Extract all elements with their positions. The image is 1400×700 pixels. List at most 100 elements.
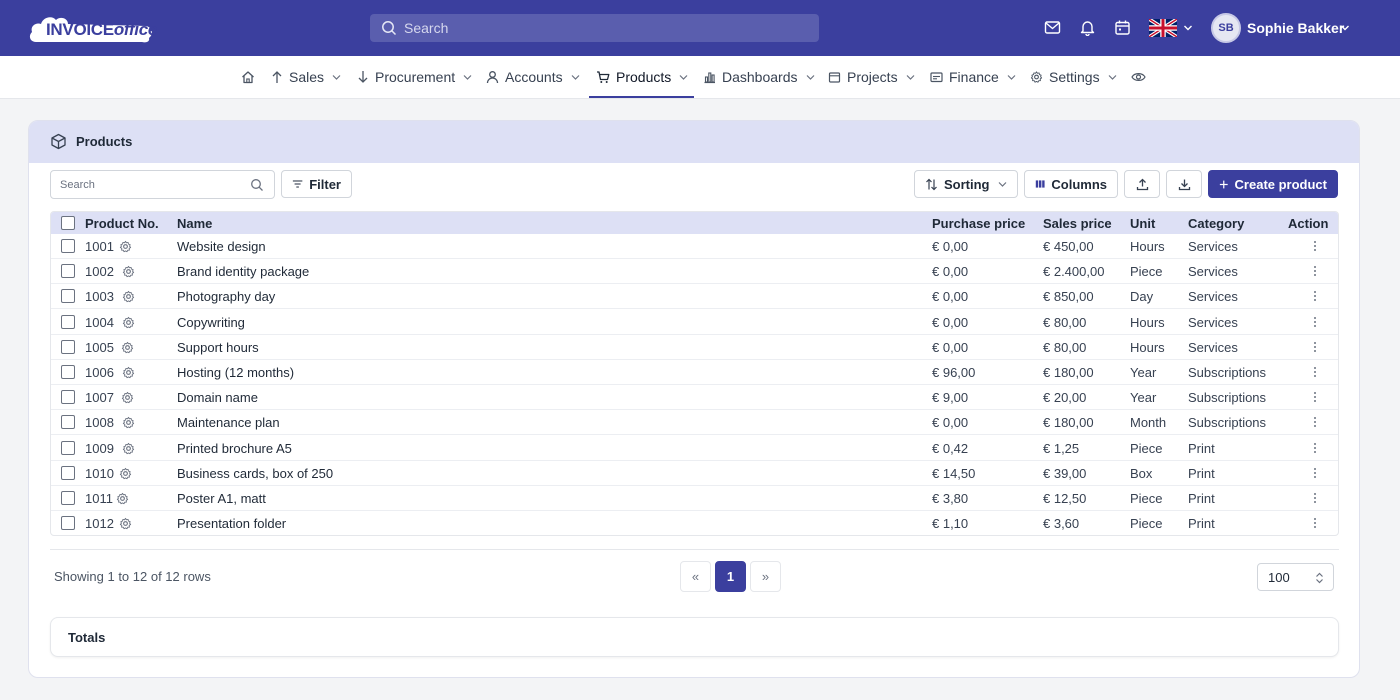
uk-flag-icon[interactable] [1149,19,1177,37]
row-checkbox[interactable] [61,314,75,329]
row-checkbox[interactable] [61,516,75,531]
cell-name[interactable]: Maintenance plan [177,415,280,430]
cell-name[interactable]: Website design [177,239,266,254]
nav-visibility[interactable] [1131,56,1152,98]
nav-item-products[interactable]: Products [596,56,688,98]
gear-icon[interactable] [122,366,135,379]
gear-icon[interactable] [119,240,132,253]
table-row[interactable]: 1006 Hosting (12 months) € 96,00 € 180,00 Ye… [51,360,1338,385]
cell-name[interactable]: Copywriting [177,315,245,330]
table-row[interactable]: 1009 Printed brochure A5 € 0,42 € 1,25 Piece… [51,436,1338,461]
select-all-checkbox[interactable] [61,216,75,230]
pagination-prev[interactable]: « [680,561,711,592]
row-checkbox[interactable] [61,239,75,253]
gear-icon[interactable] [121,341,134,354]
nav-item-settings[interactable]: Settings [1030,56,1117,98]
more-vertical-icon[interactable] [1313,290,1317,302]
search-icon[interactable] [250,178,264,192]
cell-product-no[interactable]: 1001 [85,239,114,254]
cell-name[interactable]: Hosting (12 months) [177,365,294,380]
cell-product-no[interactable]: 1012 [85,516,114,531]
user-name[interactable]: Sophie Bakker [1247,20,1344,36]
nav-item-dashboards[interactable]: Dashboards [703,56,815,98]
columns-button[interactable]: Columns [1024,170,1118,198]
row-checkbox[interactable] [61,491,75,505]
gear-icon[interactable] [122,265,135,278]
table-row[interactable]: 1012 Presentation folder € 1,10 € 3,60 Piece… [51,511,1338,535]
row-checkbox[interactable] [61,440,75,455]
table-row[interactable]: 1007 Domain name € 9,00 € 20,00 Year Subscrip… [51,385,1338,411]
table-row[interactable]: 1004 Copywriting € 0,00 € 80,00 Hours Service… [51,310,1338,335]
more-vertical-icon[interactable] [1313,316,1317,328]
cell-product-no[interactable]: 1005 [85,340,114,355]
column-header-sales-price[interactable]: Sales price [1043,216,1112,231]
row-checkbox[interactable] [61,289,75,304]
cell-name[interactable]: Brand identity package [177,264,309,279]
cell-product-no[interactable]: 1003 [85,289,114,304]
table-search-input[interactable] [60,171,240,198]
bell-icon[interactable] [1079,19,1096,36]
cell-product-no[interactable]: 1002 [85,264,114,279]
export-button[interactable] [1124,170,1160,198]
table-row[interactable]: 1005 Support hours € 0,00 € 80,00 Hours Servi… [51,335,1338,360]
table-row[interactable]: 1008 Maintenance plan € 0,00 € 180,00 Month S… [51,410,1338,436]
table-row[interactable]: 1010 Business cards, box of 250 € 14,50 € 3… [51,461,1338,486]
table-search[interactable] [50,170,275,199]
filter-button[interactable]: Filter [281,170,352,198]
gear-icon[interactable] [122,316,135,329]
cell-name[interactable]: Business cards, box of 250 [177,466,333,481]
pagination-page-1[interactable]: 1 [715,561,746,592]
column-header-purchase-price[interactable]: Purchase price [932,216,1025,231]
column-header-category[interactable]: Category [1188,216,1244,231]
cell-product-no[interactable]: 1010 [85,466,114,481]
more-vertical-icon[interactable] [1313,366,1317,378]
gear-icon[interactable] [122,442,135,455]
nav-item-procurement[interactable]: Procurement [357,56,472,98]
cell-name[interactable]: Poster A1, matt [177,491,266,506]
cell-name[interactable]: Photography day [177,289,275,304]
more-vertical-icon[interactable] [1313,391,1317,403]
gear-icon[interactable] [122,290,135,303]
gear-icon[interactable] [121,391,134,404]
table-row[interactable]: 1003 Photography day € 0,00 € 850,00 Day Serv… [51,284,1338,310]
nav-home[interactable] [241,56,261,98]
chevron-down-icon[interactable] [1183,24,1193,32]
column-header-unit[interactable]: Unit [1130,216,1155,231]
nav-item-finance[interactable]: Finance [930,56,1016,98]
more-vertical-icon[interactable] [1313,265,1317,277]
nav-item-projects[interactable]: Projects [828,56,915,98]
page-size-select[interactable]: 100 [1257,563,1334,591]
column-header-product-no[interactable]: Product No. [85,216,159,231]
more-vertical-icon[interactable] [1313,416,1317,428]
cell-product-no[interactable]: 1004 [85,315,114,330]
cell-product-no[interactable]: 1009 [85,441,114,456]
row-checkbox[interactable] [61,390,75,405]
more-vertical-icon[interactable] [1313,467,1317,479]
global-search[interactable] [370,14,819,42]
row-checkbox[interactable] [61,264,75,279]
row-checkbox[interactable] [61,465,75,480]
cell-product-no[interactable]: 1006 [85,365,114,380]
table-row[interactable]: 1001 Website design € 0,00 € 450,00 Hours Ser… [51,234,1338,259]
app-logo[interactable]: INVOICEoffice [28,12,157,44]
cell-product-no[interactable]: 1007 [85,390,114,405]
gear-icon[interactable] [119,467,132,480]
cell-name[interactable]: Support hours [177,340,259,355]
cell-name[interactable]: Presentation folder [177,516,286,531]
totals-panel[interactable]: Totals [50,617,1339,657]
more-vertical-icon[interactable] [1313,240,1317,252]
cell-product-no[interactable]: 1011 [85,491,113,506]
table-row[interactable]: 1002 Brand identity package € 0,00 € 2.400,… [51,259,1338,285]
more-vertical-icon[interactable] [1313,442,1317,454]
mail-icon[interactable] [1044,19,1061,36]
gear-icon[interactable] [116,492,129,505]
row-checkbox[interactable] [61,339,75,354]
pagination-next[interactable]: » [750,561,781,592]
calendar-icon[interactable] [1114,19,1131,36]
cell-name[interactable]: Domain name [177,390,258,405]
column-header-name[interactable]: Name [177,216,212,231]
create-product-button[interactable]: Create product [1208,170,1338,198]
row-checkbox[interactable] [61,415,75,430]
global-search-input[interactable] [404,14,804,42]
cell-name[interactable]: Printed brochure A5 [177,441,292,456]
